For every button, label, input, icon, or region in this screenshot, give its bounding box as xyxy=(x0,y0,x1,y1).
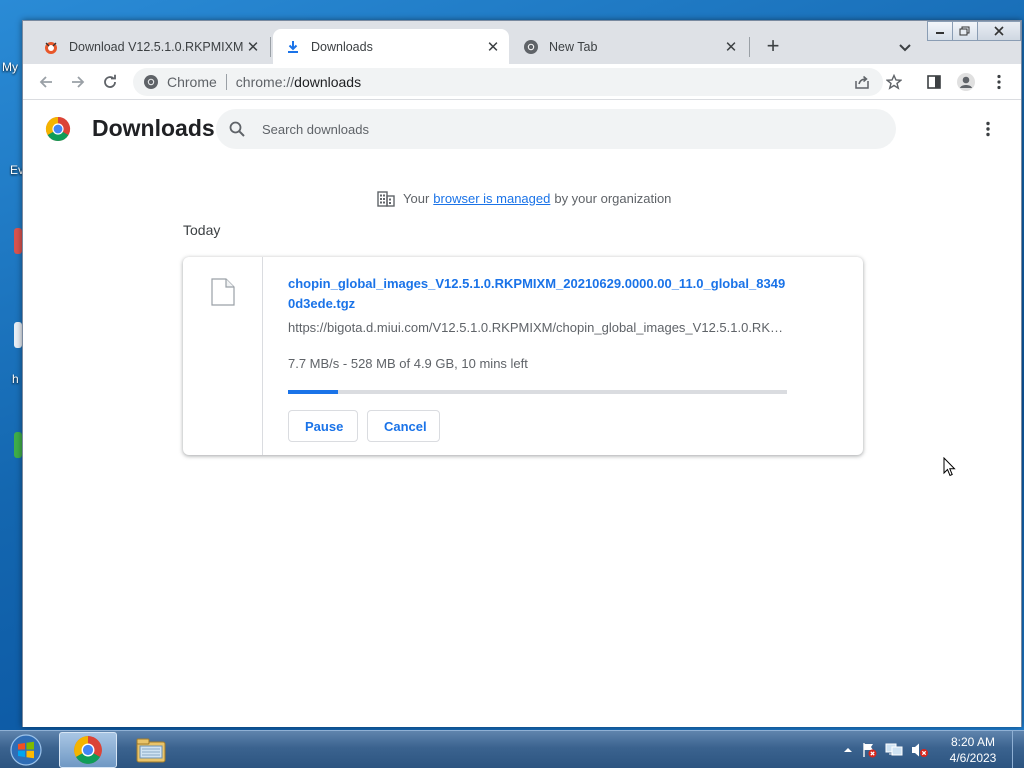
forward-arrow-icon[interactable] xyxy=(66,70,90,94)
chrome-icon xyxy=(74,736,102,764)
tab-search-chevron-down-icon[interactable] xyxy=(895,37,915,57)
explorer-icon xyxy=(136,738,166,763)
tab-close-icon[interactable]: ✕ xyxy=(243,37,263,57)
download-status-text: 7.7 MB/s - 528 MB of 4.9 GB, 10 mins lef… xyxy=(288,356,528,371)
profile-avatar-icon[interactable] xyxy=(954,70,978,94)
tab-download-page[interactable]: Download V12.5.1.0.RKPMIXM - C ✕ xyxy=(23,29,269,64)
address-bar[interactable]: Chrome chrome://downloads xyxy=(133,68,883,96)
file-icon-column xyxy=(183,257,263,455)
omnibox-divider xyxy=(225,74,227,90)
file-icon xyxy=(211,278,235,306)
new-tab-icon[interactable]: + xyxy=(761,35,785,59)
download-progress-bar xyxy=(288,390,787,394)
desktop-icon-label[interactable]: My xyxy=(2,60,18,74)
taskbar-explorer-button[interactable] xyxy=(122,732,180,768)
clock-time: 8:20 AM xyxy=(950,735,996,749)
tab-close-icon[interactable]: ✕ xyxy=(721,37,741,57)
chrome-logo-icon xyxy=(45,116,71,142)
close-window-button[interactable] xyxy=(977,21,1021,41)
side-panel-icon[interactable] xyxy=(922,70,946,94)
taskbar-clock[interactable]: 8:20 AM 4/6/2023 xyxy=(940,734,1006,766)
downloads-page: Downloads Your browser is managed by you… xyxy=(23,101,1021,727)
system-tray xyxy=(843,739,929,761)
page-title: Downloads xyxy=(92,115,215,141)
managed-notice: Your browser is managed by your organiza… xyxy=(377,189,671,207)
bookmark-star-icon[interactable] xyxy=(882,70,906,94)
pause-button[interactable]: Pause xyxy=(288,410,358,442)
managed-prefix: Your xyxy=(403,190,430,206)
network-icon[interactable] xyxy=(885,742,903,758)
restore-button[interactable] xyxy=(952,21,978,41)
chrome-menu-icon[interactable] xyxy=(987,70,1011,94)
search-icon xyxy=(228,120,246,138)
tab-new-tab[interactable]: New Tab ✕ xyxy=(511,29,747,64)
xiaomi-bug-icon xyxy=(43,39,59,55)
site-chip-label: Chrome xyxy=(167,74,217,90)
show-hidden-icons-arrow-icon[interactable] xyxy=(843,745,853,755)
start-button[interactable] xyxy=(6,732,46,768)
browser-managed-link[interactable]: browser is managed xyxy=(433,191,550,206)
building-icon xyxy=(377,189,395,207)
chrome-icon xyxy=(143,74,159,90)
chrome-window: Download V12.5.1.0.RKPMIXM - C ✕ Downloa… xyxy=(22,20,1022,727)
search-box[interactable] xyxy=(216,109,896,149)
desktop-icon-label[interactable]: h xyxy=(12,372,19,386)
volume-muted-icon[interactable] xyxy=(911,742,929,758)
search-input[interactable] xyxy=(262,121,862,137)
tab-separator xyxy=(270,37,271,57)
download-progress-fill xyxy=(288,390,338,394)
show-desktop-button[interactable] xyxy=(1012,731,1024,768)
clock-date: 4/6/2023 xyxy=(949,751,997,765)
download-item-card: chopin_global_images_V12.5.1.0.RKPMIXM_2… xyxy=(183,257,863,455)
reload-icon[interactable] xyxy=(98,70,122,94)
chrome-icon xyxy=(523,39,539,55)
minimize-button[interactable] xyxy=(927,21,953,41)
cancel-button[interactable]: Cancel xyxy=(367,410,440,442)
back-arrow-icon[interactable] xyxy=(34,70,58,94)
downloads-more-actions-icon[interactable] xyxy=(978,119,998,139)
share-icon[interactable] xyxy=(850,70,874,94)
browser-toolbar: Chrome chrome://downloads xyxy=(23,64,1021,100)
tab-close-icon[interactable]: ✕ xyxy=(483,37,503,57)
tab-title: Download V12.5.1.0.RKPMIXM - C xyxy=(69,39,243,54)
taskbar-chrome-button[interactable] xyxy=(59,732,117,768)
download-icon xyxy=(285,39,301,55)
url-scheme: chrome:// xyxy=(235,74,295,90)
download-filename-link[interactable]: chopin_global_images_V12.5.1.0.RKPMIXM_2… xyxy=(288,274,788,314)
download-source-url[interactable]: https://bigota.d.miui.com/V12.5.1.0.RKPM… xyxy=(288,320,788,335)
desktop-app-icon[interactable] xyxy=(14,322,22,348)
url-text: chrome://downloads xyxy=(236,74,361,90)
windows-taskbar: 8:20 AM 4/6/2023 xyxy=(0,730,1024,768)
tab-separator xyxy=(749,37,750,57)
desktop-app-icon[interactable] xyxy=(14,432,22,458)
tab-title: New Tab xyxy=(549,39,598,54)
action-center-flag-icon[interactable] xyxy=(861,742,877,758)
tab-strip: Download V12.5.1.0.RKPMIXM - C ✕ Downloa… xyxy=(23,21,1021,64)
desktop-app-icon[interactable] xyxy=(14,228,22,254)
mouse-cursor-icon xyxy=(943,456,957,477)
downloads-header: Downloads xyxy=(23,101,1021,157)
tab-title: Downloads xyxy=(311,39,373,54)
managed-suffix: by your organization xyxy=(554,190,672,206)
url-host: downloads xyxy=(294,74,362,90)
tab-downloads[interactable]: Downloads ✕ xyxy=(273,29,509,64)
date-section-title: Today xyxy=(183,222,221,238)
